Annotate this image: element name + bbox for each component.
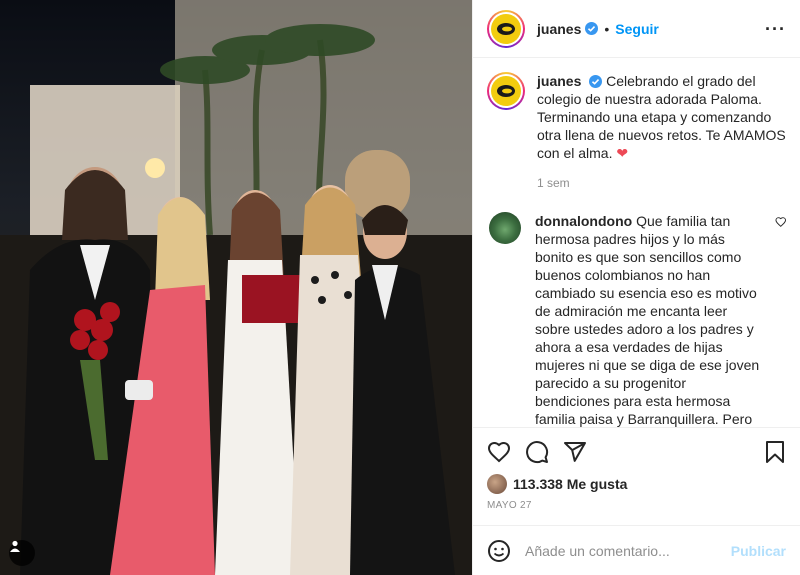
post-actions: 113.338 Me gusta MAYO 27 [473, 427, 800, 525]
bookmark-icon[interactable] [764, 440, 786, 464]
liker-avatar [487, 474, 507, 494]
verified-badge-icon [585, 22, 599, 35]
caption-time[interactable]: 1 sem [537, 174, 786, 192]
instagram-post: juanes • Seguir ··· juanes Celebrando el… [0, 0, 800, 575]
more-options-icon[interactable]: ··· [765, 20, 786, 38]
comment-like-icon[interactable] [775, 216, 786, 228]
post-photo[interactable] [0, 0, 472, 575]
comment-text: Que familia tan hermosa padres hijos y l… [535, 213, 760, 427]
post-side-panel: juanes • Seguir ··· juanes Celebrando el… [472, 0, 800, 575]
caption-avatar-ring [489, 74, 523, 108]
header-username[interactable]: juanes [537, 21, 581, 37]
likes-count[interactable]: 113.338 Me gusta [487, 474, 786, 494]
logo-mark [497, 22, 515, 35]
comment-body: donnalondono Que familia tan hermosa pad… [535, 212, 765, 427]
comment-icon[interactable] [525, 440, 549, 464]
caption-avatar[interactable] [487, 72, 525, 110]
photo-illustration [0, 0, 472, 575]
comment-item: donnalondono Que familia tan hermosa pad… [487, 212, 786, 427]
caption-row: juanes Celebrando el grado del colegio d… [487, 72, 786, 192]
comment-username[interactable]: donnalondono [535, 213, 632, 229]
juanes-logo-icon [491, 76, 521, 106]
commenter-avatar[interactable] [489, 212, 521, 244]
user-tag-icon[interactable] [9, 540, 35, 566]
avatar[interactable] [487, 9, 525, 48]
person-icon [10, 540, 20, 552]
avatar-ring [489, 11, 523, 46]
follow-button[interactable]: Seguir [615, 21, 659, 37]
post-header: juanes • Seguir ··· [473, 0, 800, 58]
juanes-logo-icon [491, 13, 521, 44]
logo-mark [497, 85, 515, 97]
comment-input[interactable] [525, 542, 731, 559]
post-date[interactable]: MAYO 27 [487, 500, 786, 511]
likes-text[interactable]: 113.338 Me gusta [513, 476, 627, 492]
verified-badge-icon [589, 75, 603, 88]
comments-section: juanes Celebrando el grado del colegio d… [473, 58, 800, 427]
publish-button[interactable]: Publicar [731, 543, 786, 559]
action-icons [487, 438, 786, 466]
red-heart-emoji: ❤ [616, 145, 629, 161]
like-heart-icon[interactable] [487, 440, 511, 464]
caption: juanes Celebrando el grado del colegio d… [537, 72, 786, 192]
separator-dot: • [604, 20, 610, 37]
caption-username[interactable]: juanes [537, 73, 581, 89]
add-comment-bar: Publicar [473, 525, 800, 575]
emoji-icon[interactable] [487, 539, 511, 563]
share-icon[interactable] [563, 440, 587, 464]
